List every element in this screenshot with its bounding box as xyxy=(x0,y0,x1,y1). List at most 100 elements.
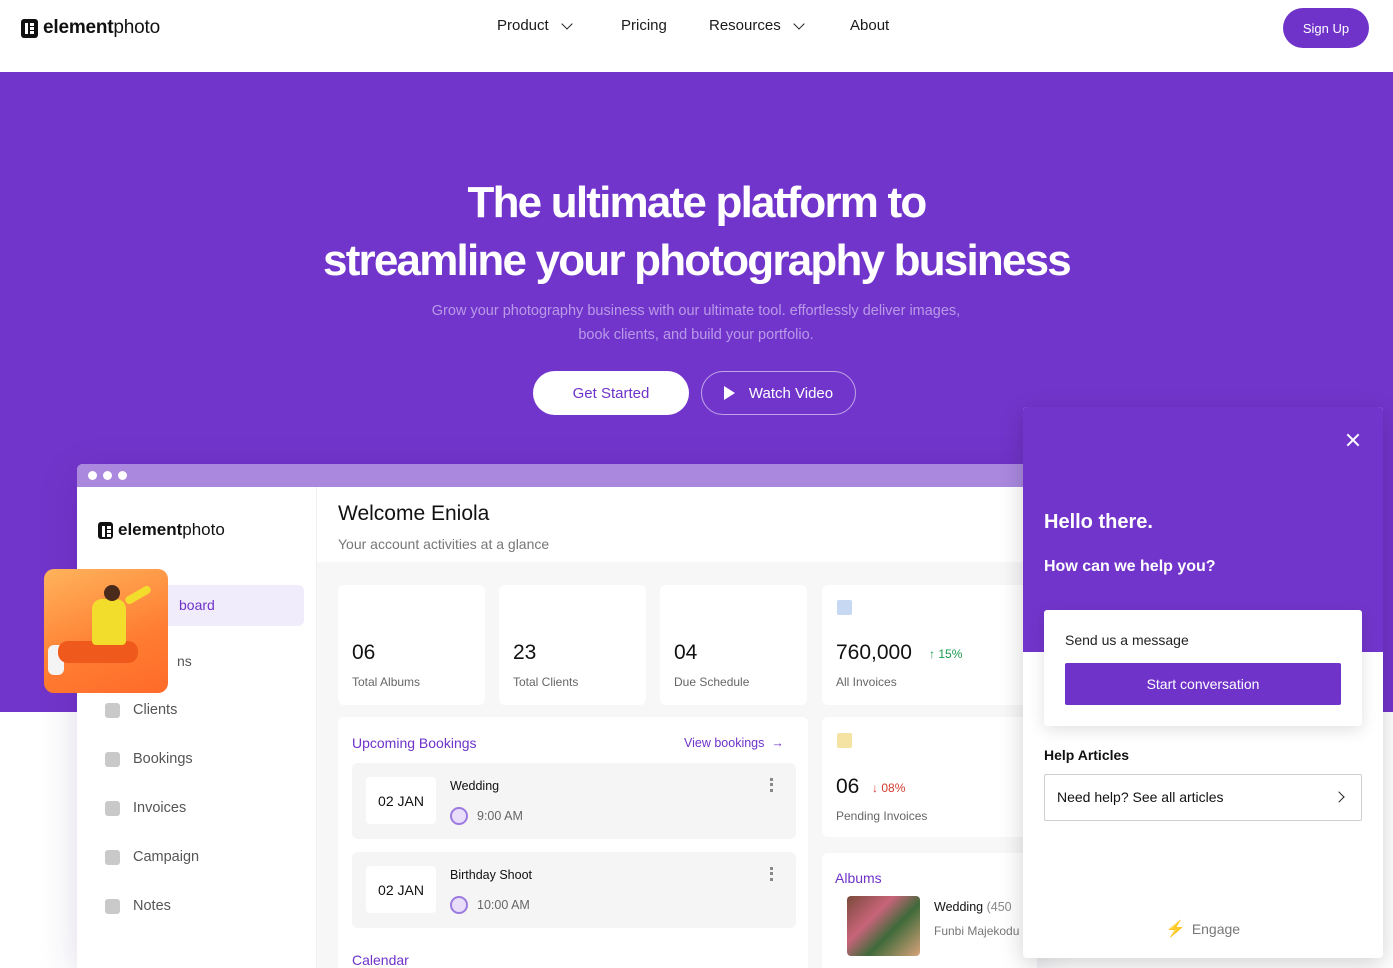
chevron-down-icon xyxy=(561,17,573,30)
booking-name: Wedding xyxy=(450,779,500,793)
calendar-icon xyxy=(105,751,120,767)
dashboard-logo-light: photo xyxy=(182,520,225,539)
stat-card-schedule: 04 Due Schedule xyxy=(660,585,807,705)
more-options-icon[interactable] xyxy=(770,867,773,881)
hero-subtitle: Grow your photography business with our … xyxy=(396,299,996,347)
sidebar-item-dashboard-label: board xyxy=(179,597,215,613)
megaphone-icon xyxy=(105,849,120,865)
album-owner: Funbi Majekodu xyxy=(934,924,1020,938)
nav-pricing[interactable]: Pricing xyxy=(621,17,667,34)
nav-product-label: Product xyxy=(497,17,549,34)
albums-title: Albums xyxy=(835,870,882,886)
sidebar-item-notes[interactable]: Notes xyxy=(105,898,171,914)
sidebar-item-albums[interactable]: ns xyxy=(177,653,192,669)
pending-label: Pending Invoices xyxy=(836,809,928,823)
dashboard-sidebar: element photo board ns Clients Bookings I… xyxy=(77,487,317,968)
top-navbar: element photo Product Pricing Resources A… xyxy=(0,0,1393,72)
close-icon[interactable] xyxy=(1345,432,1361,448)
more-options-icon[interactable] xyxy=(770,778,773,792)
booking-name: Birthday Shoot xyxy=(450,868,532,882)
logo-mark-icon xyxy=(98,521,113,539)
nav-product[interactable]: Product xyxy=(497,17,573,34)
dashboard-logo-bold: element xyxy=(118,520,183,539)
main-nav: Product Pricing Resources About xyxy=(0,17,1393,37)
get-started-button[interactable]: Get Started xyxy=(533,371,689,415)
send-message-card: Send us a message Start conversation xyxy=(1044,610,1362,726)
page-root: element photo Product Pricing Resources A… xyxy=(0,0,1393,968)
pending-invoices-card: 06 ↓ 08% Pending Invoices xyxy=(822,717,1037,837)
bookings-title: Upcoming Bookings xyxy=(352,735,477,751)
chat-help-text: How can we help you? xyxy=(1044,558,1216,575)
sidebar-item-clients[interactable]: Clients xyxy=(105,702,177,718)
alarm-clock-icon xyxy=(450,896,468,914)
welcome-subtitle: Your account activities at a glance xyxy=(338,536,550,552)
powered-by-engage[interactable]: ⚡ Engage xyxy=(1023,919,1383,939)
window-dot-icon xyxy=(118,471,127,480)
booking-time: 10:00 AM xyxy=(450,896,530,914)
hero-title: The ultimate platform to streamline your… xyxy=(0,174,1393,290)
welcome-header: Welcome Eniola Your account activities a… xyxy=(317,487,1037,562)
hourglass-icon xyxy=(837,733,852,748)
trend-down-value: 08% xyxy=(881,781,906,795)
notes-icon xyxy=(105,898,120,914)
booking-time: 9:00 AM xyxy=(450,807,523,825)
booking-item[interactable]: 02 JAN Wedding 9:00 AM xyxy=(352,763,796,839)
hero-subtitle-line1: Grow your photography business with our … xyxy=(431,303,961,319)
dashboard-main: Welcome Eniola Your account activities a… xyxy=(317,487,1037,968)
sidebar-item-albums-label: ns xyxy=(177,653,192,669)
hero-subtitle-line2: book clients, and build your portfolio. xyxy=(578,327,814,343)
stat-label: Total Albums xyxy=(352,675,421,689)
nav-resources-label: Resources xyxy=(709,17,781,34)
stat-value: 760,000 xyxy=(836,641,912,664)
booking-item[interactable]: 02 JAN Birthday Shoot 10:00 AM xyxy=(352,852,796,928)
sidebar-item-label: Bookings xyxy=(133,751,193,767)
stat-label: All Invoices xyxy=(836,675,897,689)
nav-about-label: About xyxy=(850,17,890,34)
sidebar-item-invoices[interactable]: Invoices xyxy=(105,800,186,816)
nav-about[interactable]: About xyxy=(850,17,889,34)
alarm-clock-icon xyxy=(450,807,468,825)
pending-value: 06 xyxy=(836,775,860,798)
view-bookings-label: View bookings xyxy=(684,736,765,750)
window-dot-icon xyxy=(103,471,112,480)
hero-title-line2: streamline your photography business xyxy=(323,236,1072,285)
engage-label: Engage xyxy=(1191,921,1241,937)
stat-card-clients: 23 Total Clients xyxy=(499,585,646,705)
nav-pricing-label: Pricing xyxy=(621,17,667,34)
chevron-right-icon xyxy=(1333,791,1345,803)
welcome-title: Welcome Eniola xyxy=(338,502,490,525)
nav-resources[interactable]: Resources xyxy=(709,17,805,34)
dashboard-logo: element photo xyxy=(98,520,225,540)
album-name-value: Wedding xyxy=(934,900,984,914)
view-bookings-link[interactable]: View bookings → xyxy=(684,736,784,750)
sidebar-item-campaign[interactable]: Campaign xyxy=(105,849,199,865)
hero-title-line1: The ultimate platform to xyxy=(467,178,928,227)
sidebar-item-bookings[interactable]: Bookings xyxy=(105,751,193,767)
album-thumbnail[interactable] xyxy=(847,896,920,956)
send-message-label: Send us a message xyxy=(1065,632,1189,648)
calendar-title: Calendar xyxy=(352,952,409,968)
start-conversation-button[interactable]: Start conversation xyxy=(1065,663,1341,705)
signup-button[interactable]: Sign Up xyxy=(1283,8,1369,48)
see-all-articles-label: Need help? See all articles xyxy=(1057,789,1224,805)
sidebar-item-label: Campaign xyxy=(133,849,200,865)
albums-card: Albums Wedding (450 Funbi Majekodu xyxy=(822,853,1037,968)
watch-video-button[interactable]: Watch Video xyxy=(701,371,856,415)
photo-shape xyxy=(123,584,153,606)
photo-shape xyxy=(92,599,126,645)
chevron-down-icon xyxy=(793,17,805,30)
trend-down: ↓ 08% xyxy=(872,781,906,795)
upcoming-bookings-card: Upcoming Bookings View bookings → 02 JAN… xyxy=(338,717,808,968)
sidebar-item-label: Notes xyxy=(133,898,171,914)
clients-icon xyxy=(105,702,120,718)
sidebar-item-label: Clients xyxy=(133,702,178,718)
sidebar-item-label: Invoices xyxy=(133,800,187,816)
see-all-articles-link[interactable]: Need help? See all articles xyxy=(1044,774,1362,821)
trend-up: ↑ 15% xyxy=(929,647,963,661)
stat-value: 23 xyxy=(513,641,537,664)
booking-date: 02 JAN xyxy=(366,777,436,824)
stat-label: Total Clients xyxy=(513,675,579,689)
booking-date: 02 JAN xyxy=(366,866,436,913)
invoice-icon xyxy=(837,600,852,615)
trend-up-value: 15% xyxy=(938,647,963,661)
